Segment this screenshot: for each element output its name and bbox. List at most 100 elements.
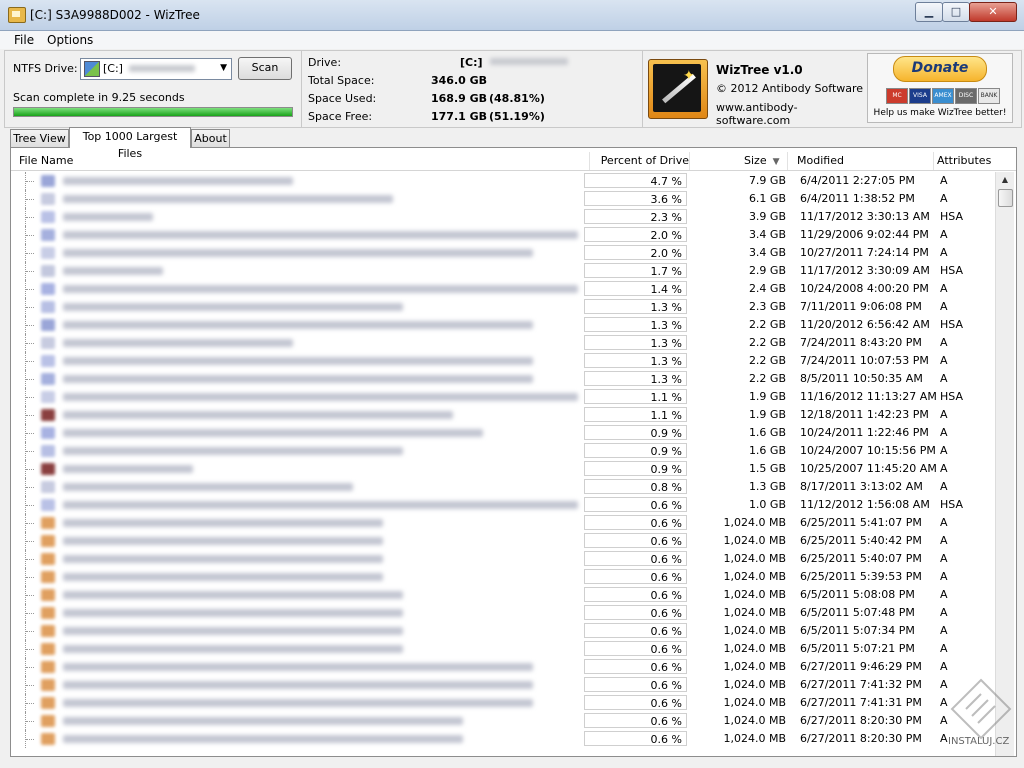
- file-icon: [41, 247, 55, 259]
- tree-connector: [25, 694, 38, 712]
- file-name-redacted: [63, 339, 293, 347]
- tree-connector: [25, 316, 38, 334]
- modified-cell: 7/24/2011 10:07:53 PM: [800, 354, 929, 367]
- drive-select-value: [C:]: [103, 62, 123, 75]
- table-row[interactable]: 0.6 % 1.0 GB 11/12/2012 1:56:08 AM HSA: [11, 496, 996, 514]
- scroll-thumb[interactable]: [998, 189, 1013, 207]
- menu-options[interactable]: Options: [47, 33, 93, 47]
- table-row[interactable]: 0.9 % 1.5 GB 10/25/2007 11:45:20 AM A: [11, 460, 996, 478]
- table-row[interactable]: 1.1 % 1.9 GB 11/16/2012 11:13:27 AM HSA: [11, 388, 996, 406]
- table-row[interactable]: 0.6 % 1,024.0 MB 6/27/2011 8:20:30 PM A: [11, 730, 996, 748]
- tree-connector: [25, 550, 38, 568]
- table-row[interactable]: 0.8 % 1.3 GB 8/17/2011 3:13:02 AM A: [11, 478, 996, 496]
- table-row[interactable]: 0.6 % 1,024.0 MB 6/27/2011 7:41:32 PM A: [11, 676, 996, 694]
- scroll-up-icon[interactable]: ▲: [996, 172, 1014, 188]
- percent-cell: 1.7 %: [584, 263, 687, 278]
- attributes-cell: A: [940, 426, 948, 439]
- file-icon: [41, 463, 55, 475]
- divider: [301, 51, 302, 127]
- table-row[interactable]: 0.6 % 1,024.0 MB 6/5/2011 5:07:34 PM A: [11, 622, 996, 640]
- file-icon: [41, 283, 55, 295]
- percent-cell: 0.6 %: [584, 551, 687, 566]
- percent-cell: 0.6 %: [584, 605, 687, 620]
- col-percent[interactable]: Percent of Drive: [589, 152, 690, 170]
- modified-cell: 6/25/2011 5:40:42 PM: [800, 534, 922, 547]
- size-cell: 3.9 GB: [748, 210, 786, 223]
- percent-cell: 0.6 %: [584, 713, 687, 728]
- minimize-button[interactable]: ▁: [915, 2, 943, 22]
- table-row[interactable]: 0.6 % 1,024.0 MB 6/27/2011 8:20:30 PM A: [11, 712, 996, 730]
- file-icon: [41, 571, 55, 583]
- file-icon: [41, 517, 55, 529]
- close-button[interactable]: ✕: [969, 2, 1017, 22]
- visa-icon: VISA: [909, 88, 931, 104]
- size-cell: 3.4 GB: [748, 228, 786, 241]
- table-row[interactable]: 2.3 % 3.9 GB 11/17/2012 3:30:13 AM HSA: [11, 208, 996, 226]
- table-row[interactable]: 1.3 % 2.3 GB 7/11/2011 9:06:08 PM A: [11, 298, 996, 316]
- percent-cell: 0.6 %: [584, 587, 687, 602]
- table-row[interactable]: 1.3 % 2.2 GB 8/5/2011 10:50:35 AM A: [11, 370, 996, 388]
- tree-connector: [25, 298, 38, 316]
- file-name-redacted: [63, 627, 403, 635]
- size-cell: 1,024.0 MB: [723, 660, 786, 673]
- table-row[interactable]: 0.6 % 1,024.0 MB 6/5/2011 5:07:21 PM A: [11, 640, 996, 658]
- watermark-text: INSTALUJ.CZ: [948, 736, 1010, 747]
- attributes-cell: A: [940, 174, 948, 187]
- table-row[interactable]: 1.3 % 2.2 GB 7/24/2011 8:43:20 PM A: [11, 334, 996, 352]
- table-row[interactable]: 0.6 % 1,024.0 MB 6/5/2011 5:08:08 PM A: [11, 586, 996, 604]
- percent-cell: 1.3 %: [584, 335, 687, 350]
- col-attributes[interactable]: Attributes: [935, 152, 999, 170]
- col-modified[interactable]: Modified: [795, 152, 934, 170]
- tree-connector: [25, 676, 38, 694]
- maximize-button[interactable]: □: [942, 2, 970, 22]
- file-name-redacted: [63, 213, 153, 221]
- donate-note: Help us make WizTree better!: [873, 108, 1007, 118]
- table-row[interactable]: 0.6 % 1,024.0 MB 6/27/2011 9:46:29 PM A: [11, 658, 996, 676]
- table-row[interactable]: 1.3 % 2.2 GB 7/24/2011 10:07:53 PM A: [11, 352, 996, 370]
- file-icon: [41, 319, 55, 331]
- scan-button[interactable]: Scan: [238, 57, 292, 80]
- website-link[interactable]: www.antibody-software.com: [716, 101, 864, 127]
- col-file-name[interactable]: File Name: [11, 152, 590, 170]
- table-row[interactable]: 4.7 % 7.9 GB 6/4/2011 2:27:05 PM A: [11, 172, 996, 190]
- amex-icon: AMEX: [932, 88, 954, 104]
- tab-about[interactable]: About: [191, 129, 230, 147]
- table-row[interactable]: 0.9 % 1.6 GB 10/24/2007 10:15:56 PM A: [11, 442, 996, 460]
- file-icon: [41, 589, 55, 601]
- table-row[interactable]: 3.6 % 6.1 GB 6/4/2011 1:38:52 PM A: [11, 190, 996, 208]
- space-used-percent: (48.81%): [489, 92, 545, 105]
- size-cell: 1,024.0 MB: [723, 714, 786, 727]
- table-row[interactable]: 0.9 % 1.6 GB 10/24/2011 1:22:46 PM A: [11, 424, 996, 442]
- table-row[interactable]: 1.3 % 2.2 GB 11/20/2012 6:56:42 AM HSA: [11, 316, 996, 334]
- donate-button[interactable]: Donate: [893, 56, 987, 82]
- tab-top-1000[interactable]: Top 1000 Largest Files: [69, 127, 191, 160]
- size-cell: 1,024.0 MB: [723, 570, 786, 583]
- space-free-label: Space Free:: [308, 110, 373, 123]
- table-row[interactable]: 0.6 % 1,024.0 MB 6/25/2011 5:39:53 PM A: [11, 568, 996, 586]
- tree-connector: [25, 622, 38, 640]
- table-row[interactable]: 0.6 % 1,024.0 MB 6/5/2011 5:07:48 PM A: [11, 604, 996, 622]
- modified-cell: 6/5/2011 5:08:08 PM: [800, 588, 915, 601]
- percent-cell: 0.6 %: [584, 515, 687, 530]
- col-size[interactable]: Size ▼: [692, 152, 788, 170]
- table-row[interactable]: 0.6 % 1,024.0 MB 6/25/2011 5:40:07 PM A: [11, 550, 996, 568]
- table-row[interactable]: 2.0 % 3.4 GB 10/27/2011 7:24:14 PM A: [11, 244, 996, 262]
- menu-file[interactable]: File: [14, 33, 34, 47]
- scan-progress-bar: [13, 107, 293, 117]
- vertical-scrollbar[interactable]: ▲: [995, 172, 1014, 756]
- table-row[interactable]: 0.6 % 1,024.0 MB 6/27/2011 7:41:31 PM A: [11, 694, 996, 712]
- wizard-wand-logo-icon: ✦: [648, 59, 708, 119]
- table-row[interactable]: 2.0 % 3.4 GB 11/29/2006 9:02:44 PM A: [11, 226, 996, 244]
- table-row[interactable]: 0.6 % 1,024.0 MB 6/25/2011 5:41:07 PM A: [11, 514, 996, 532]
- table-row[interactable]: 0.6 % 1,024.0 MB 6/25/2011 5:40:42 PM A: [11, 532, 996, 550]
- drive-select[interactable]: [C:] ▼: [80, 58, 232, 80]
- file-name-redacted: [63, 465, 193, 473]
- table-row[interactable]: 1.4 % 2.4 GB 10/24/2008 4:00:20 PM A: [11, 280, 996, 298]
- attributes-cell: A: [940, 228, 948, 241]
- modified-cell: 6/27/2011 7:41:31 PM: [800, 696, 922, 709]
- percent-cell: 0.9 %: [584, 425, 687, 440]
- size-cell: 2.9 GB: [748, 264, 786, 277]
- tab-tree-view[interactable]: Tree View: [10, 129, 69, 147]
- table-row[interactable]: 1.1 % 1.9 GB 12/18/2011 1:42:23 PM A: [11, 406, 996, 424]
- table-row[interactable]: 1.7 % 2.9 GB 11/17/2012 3:30:09 AM HSA: [11, 262, 996, 280]
